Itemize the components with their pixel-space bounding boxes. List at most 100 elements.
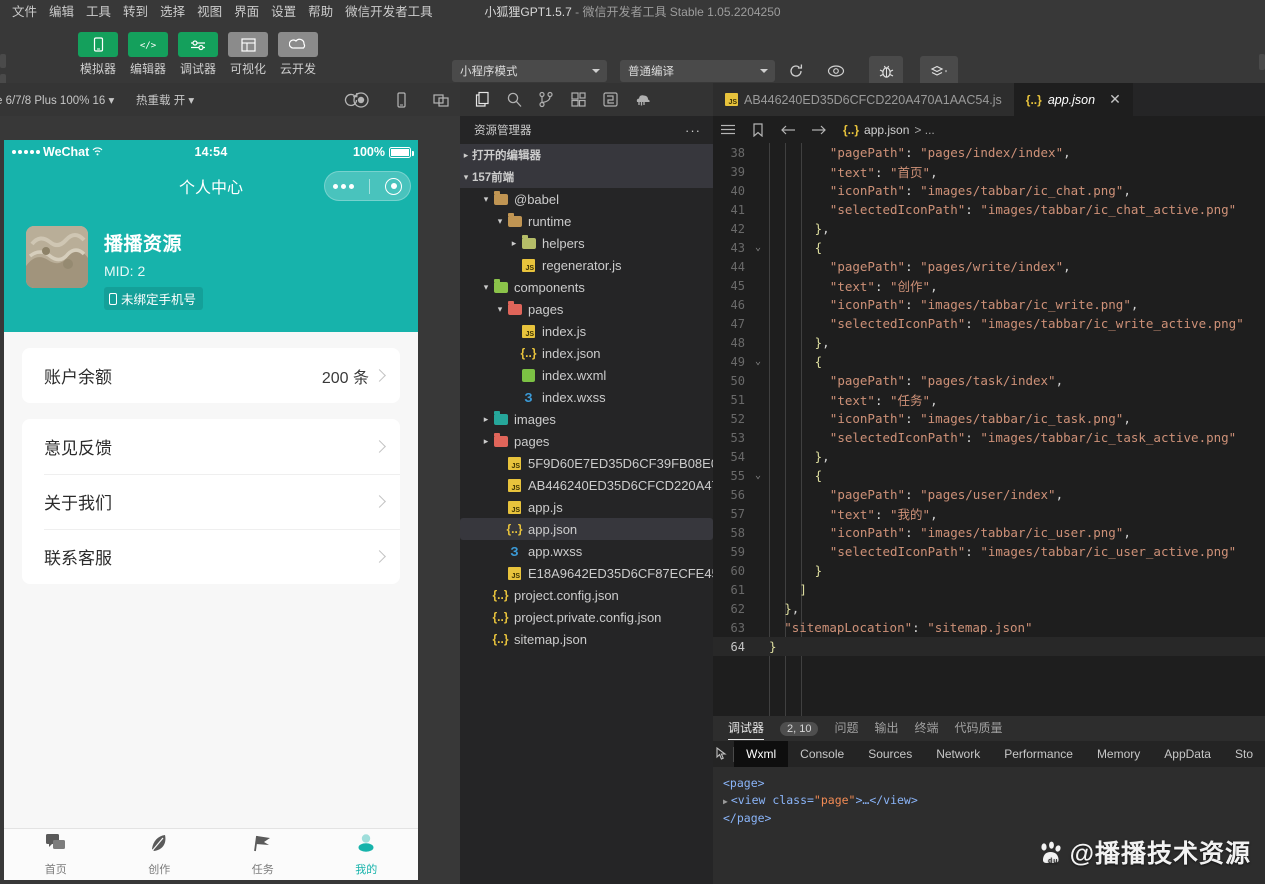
balance-row[interactable]: 账户余额 200 条 <box>22 348 400 403</box>
close-target-icon[interactable] <box>385 177 403 195</box>
debug-count-badge[interactable]: 2, 10 <box>780 721 819 736</box>
extensions-icon[interactable] <box>562 83 594 116</box>
mode-select[interactable]: 小程序模式 <box>452 60 607 82</box>
phone-bind-badge[interactable]: 未绑定手机号 <box>104 287 204 310</box>
clear-cache-button[interactable] <box>920 56 958 86</box>
devtools-tab-appdata[interactable]: AppData <box>1152 741 1223 767</box>
breadcrumb-path[interactable]: {..} app.json > ... <box>843 123 935 137</box>
tree-item[interactable]: JS E18A9642ED35D6CF87ECFE454... <box>460 562 713 584</box>
tree-item[interactable]: {..} project.private.config.json <box>460 606 713 628</box>
editor-tab-appjson[interactable]: {..} app.json ✕ <box>1013 83 1133 116</box>
tree-item[interactable]: JS AB446240ED35D6CFCD220A47... <box>460 474 713 496</box>
avatar[interactable] <box>26 226 88 288</box>
menu-item-help[interactable]: 帮助 <box>302 0 339 24</box>
explorer-section-open-editors[interactable]: ▸ 打开的编辑器 <box>460 144 713 166</box>
tab-task[interactable]: 任务 <box>211 829 315 880</box>
tree-item[interactable]: ▾ pages <box>460 298 713 320</box>
tree-item[interactable]: JS app.js <box>460 496 713 518</box>
wxml-child-row[interactable]: ▶ <view class="page">…</view> <box>723 792 1265 810</box>
tree-item[interactable]: ▾ components <box>460 276 713 298</box>
device-select[interactable]: e 6/7/8 Plus 100% 16 ▾ <box>0 93 114 107</box>
debug-tab-terminal[interactable]: 终端 <box>915 716 939 741</box>
wechat-capsule[interactable] <box>324 171 411 201</box>
menu-item-devtools[interactable]: 微信开发者工具 <box>339 0 439 24</box>
cloud-dev-button[interactable]: 云开发 <box>278 32 318 77</box>
devtools-tab-wxml[interactable]: Wxml <box>734 741 789 767</box>
tab-mine[interactable]: 我的 <box>315 829 419 880</box>
menu-item-feedback[interactable]: 意见反馈 <box>22 419 400 474</box>
bookmark-icon[interactable] <box>749 122 767 137</box>
menu-item-settings[interactable]: 设置 <box>265 0 302 24</box>
tree-item[interactable]: ▸ images <box>460 408 713 430</box>
chevron-down-icon[interactable]: ▾ <box>480 282 492 293</box>
device-frame-icon[interactable] <box>392 91 410 109</box>
tree-item[interactable]: JS regenerator.js <box>460 254 713 276</box>
editor-toggle-button[interactable]: </> 编辑器 <box>128 32 168 77</box>
debug-tab-problems[interactable]: 问题 <box>834 716 858 741</box>
fold-chevron-icon[interactable]: ⌄ <box>751 242 765 253</box>
code-viewport[interactable]: 38 "pagePath": "pages/index/index", 39 "tex… <box>713 143 1265 751</box>
tree-item[interactable]: Зindex.wxss <box>460 386 713 408</box>
visualization-toggle-button[interactable]: 可视化 <box>228 32 268 77</box>
debugger-toggle-button[interactable]: 调试器 <box>178 32 218 77</box>
explorer-more-icon[interactable]: ··· <box>685 123 701 138</box>
editor-tab-js[interactable]: JS AB446240ED35D6CFCD220A470A1AAC54.js <box>713 83 1014 116</box>
devtools-tab-storage[interactable]: Sto <box>1223 741 1265 767</box>
compile-button[interactable] <box>783 60 809 82</box>
forward-arrow-icon[interactable] <box>809 124 827 136</box>
tree-item[interactable]: {..} index.json <box>460 342 713 364</box>
detach-window-icon[interactable] <box>432 91 450 109</box>
devtools-tab-network[interactable]: Network <box>924 741 992 767</box>
menu-item-edit[interactable]: 编辑 <box>43 0 80 24</box>
menu-item-goto[interactable]: 转到 <box>117 0 154 24</box>
menu-item-view[interactable]: 视图 <box>191 0 228 24</box>
search-icon[interactable] <box>498 83 530 116</box>
menu-item-ui[interactable]: 界面 <box>228 0 265 24</box>
tree-item[interactable]: {..} project.config.json <box>460 584 713 606</box>
tab-home[interactable]: 首页 <box>4 829 108 880</box>
cloud-hand-icon[interactable] <box>626 83 658 116</box>
compile-select[interactable]: 普通编译 <box>620 60 775 82</box>
tree-item[interactable]: JS 5F9D60E7ED35D6CF39FB08E02... <box>460 452 713 474</box>
tree-item[interactable]: ▾ runtime <box>460 210 713 232</box>
tree-item[interactable]: ▾ @babel <box>460 188 713 210</box>
tree-item[interactable]: Зapp.wxss <box>460 540 713 562</box>
tree-item[interactable]: ▸ pages <box>460 430 713 452</box>
chevron-right-icon[interactable]: ▸ <box>480 436 492 447</box>
inspect-element-icon[interactable] <box>713 747 733 761</box>
preview-button[interactable] <box>823 60 849 82</box>
devtools-tab-console[interactable]: Console <box>788 741 856 767</box>
devtools-tab-performance[interactable]: Performance <box>992 741 1085 767</box>
menu-item-file[interactable]: 文件 <box>6 0 43 24</box>
menu-item-select[interactable]: 选择 <box>154 0 191 24</box>
chevron-right-icon[interactable]: ▸ <box>480 414 492 425</box>
chevron-right-icon[interactable]: ▸ <box>508 238 520 249</box>
explorer-section-project[interactable]: ▾ 157前端 <box>460 166 713 188</box>
files-icon[interactable] <box>466 83 498 116</box>
more-dots-icon[interactable] <box>332 183 354 189</box>
debug-icon[interactable] <box>594 83 626 116</box>
debug-tab-debugger[interactable]: 调试器 <box>728 716 765 741</box>
menu-item-support[interactable]: 联系客服 <box>22 529 400 584</box>
tree-item[interactable]: ▸ helpers <box>460 232 713 254</box>
outline-icon[interactable] <box>719 124 737 136</box>
close-icon[interactable]: ✕ <box>1109 91 1121 108</box>
chevron-down-icon[interactable]: ▾ <box>480 194 492 205</box>
simulator-toggle-button[interactable]: 模拟器 <box>78 32 118 77</box>
menu-item-tools[interactable]: 工具 <box>80 0 117 24</box>
tab-write[interactable]: 创作 <box>108 829 212 880</box>
menu-item-about[interactable]: 关于我们 <box>22 474 400 529</box>
devtools-tab-memory[interactable]: Memory <box>1085 741 1152 767</box>
expand-triangle-icon[interactable]: ▶ <box>723 797 728 806</box>
real-device-debug-button[interactable] <box>869 56 903 86</box>
tree-item[interactable]: index.wxml <box>460 364 713 386</box>
hot-reload-select[interactable]: 热重载 开 ▾ <box>136 92 194 108</box>
chevron-down-icon[interactable]: ▾ <box>494 304 506 315</box>
record-icon[interactable] <box>352 91 370 109</box>
fold-chevron-icon[interactable]: ⌄ <box>751 356 765 367</box>
devtools-tab-sources[interactable]: Sources <box>856 741 924 767</box>
tree-item[interactable]: {..} app.json <box>460 518 713 540</box>
debug-tab-output[interactable]: 输出 <box>875 716 899 741</box>
chevron-down-icon[interactable]: ▾ <box>494 216 506 227</box>
fold-chevron-icon[interactable]: ⌄ <box>751 470 765 481</box>
